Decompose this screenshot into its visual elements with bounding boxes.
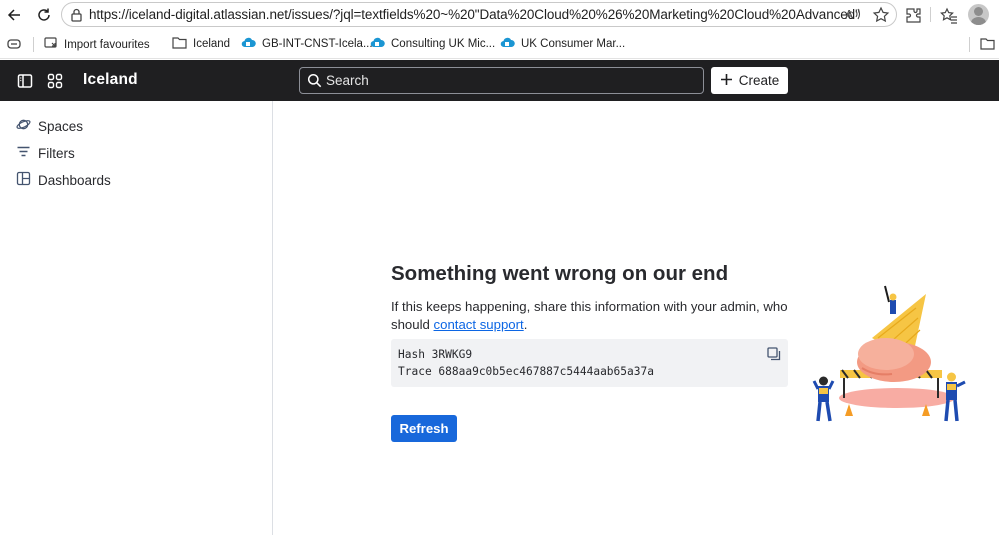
plus-icon: [720, 73, 733, 89]
cloud-icon: [241, 36, 256, 51]
search-placeholder: Search: [326, 73, 369, 88]
sidebar-item-label: Spaces: [38, 118, 84, 134]
other-favourites-folder-icon[interactable]: [980, 37, 995, 55]
sidebar-item-filters[interactable]: Filters: [16, 144, 75, 162]
bookmark-label: Iceland: [193, 38, 231, 50]
folder-icon: [172, 36, 187, 52]
app-name[interactable]: Iceland: [83, 71, 138, 89]
browser-address-bar: https://iceland-digital.atlassian.net/is…: [0, 0, 999, 29]
bookmark-label: Consulting UK Mic...: [391, 37, 496, 50]
filter-icon: [16, 144, 31, 162]
cloud-icon: [370, 36, 385, 51]
bookmark-iceland[interactable]: Iceland: [172, 36, 230, 52]
bookmark-label: UK Consumer Mar...: [521, 37, 626, 50]
search-input[interactable]: Search: [299, 67, 704, 94]
contact-support-link[interactable]: contact support: [434, 317, 524, 332]
import-icon: [44, 36, 58, 53]
error-message: If this keeps happening, share this info…: [391, 298, 791, 333]
error-message-end: .: [523, 316, 528, 332]
sidebar: Spaces Filters Dashboards: [0, 101, 273, 535]
cloud-icon: [500, 36, 515, 51]
reload-icon[interactable]: [33, 4, 55, 26]
url-text[interactable]: https://iceland-digital.atlassian.net/is…: [89, 7, 860, 22]
read-aloud-icon[interactable]: A: [844, 6, 862, 29]
tab-actions-icon[interactable]: [7, 37, 21, 56]
url-bar[interactable]: https://iceland-digital.atlassian.net/is…: [61, 2, 897, 27]
app-switcher-icon[interactable]: [46, 72, 64, 90]
planet-icon: [16, 117, 31, 135]
sidebar-item-spaces[interactable]: Spaces: [16, 117, 83, 135]
bookmarks-divider: [33, 37, 34, 52]
lock-icon[interactable]: [70, 8, 83, 27]
hash-line: Hash 3RWKG9: [398, 348, 473, 361]
sidebar-item-label: Dashboards: [38, 172, 111, 188]
bookmark-uk-consumer[interactable]: UK Consumer Mar...: [500, 36, 625, 51]
sidebar-item-label: Filters: [38, 145, 75, 161]
bookmark-gb-int-cnst[interactable]: GB-INT-CNST-Icela...: [241, 36, 373, 51]
spilled-ice-cream-illustration: [812, 285, 966, 422]
refresh-button[interactable]: Refresh: [391, 415, 457, 442]
trace-line: Trace 688aa9c0b5ec467887c5444aab65a37a: [398, 365, 654, 378]
create-button[interactable]: Create: [711, 67, 788, 94]
sidebar-item-dashboards[interactable]: Dashboards: [16, 171, 111, 189]
bookmark-import-favourites[interactable]: Import favourites: [44, 36, 150, 53]
bookmark-label: GB-INT-CNST-Icela...: [262, 37, 373, 50]
top-navigation: Iceland Search Create: [0, 60, 999, 101]
svg-text:A: A: [845, 8, 854, 22]
extensions-icon[interactable]: [901, 3, 925, 27]
copy-icon[interactable]: [767, 347, 781, 364]
back-icon[interactable]: [3, 4, 25, 26]
bookmark-label: Import favourites: [64, 38, 150, 51]
sidebar-toggle-icon[interactable]: [16, 72, 34, 90]
create-label: Create: [738, 73, 780, 88]
favourite-star-icon[interactable]: [872, 6, 890, 29]
search-icon: [307, 73, 322, 93]
error-details-box: Hash 3RWKG9 Trace 688aa9c0b5ec467887c544…: [391, 339, 788, 387]
bookmark-consulting-uk[interactable]: Consulting UK Mic...: [370, 36, 495, 51]
bookmarks-bar: Import favourites Iceland GB-INT-CNST-Ic…: [0, 29, 999, 59]
bookmarks-divider: [969, 37, 970, 52]
error-title: Something went wrong on our end: [391, 262, 729, 285]
dashboard-icon: [16, 171, 31, 189]
profile-avatar[interactable]: [968, 4, 989, 25]
favourites-icon[interactable]: [937, 3, 961, 27]
toolbar-divider: [930, 7, 931, 22]
